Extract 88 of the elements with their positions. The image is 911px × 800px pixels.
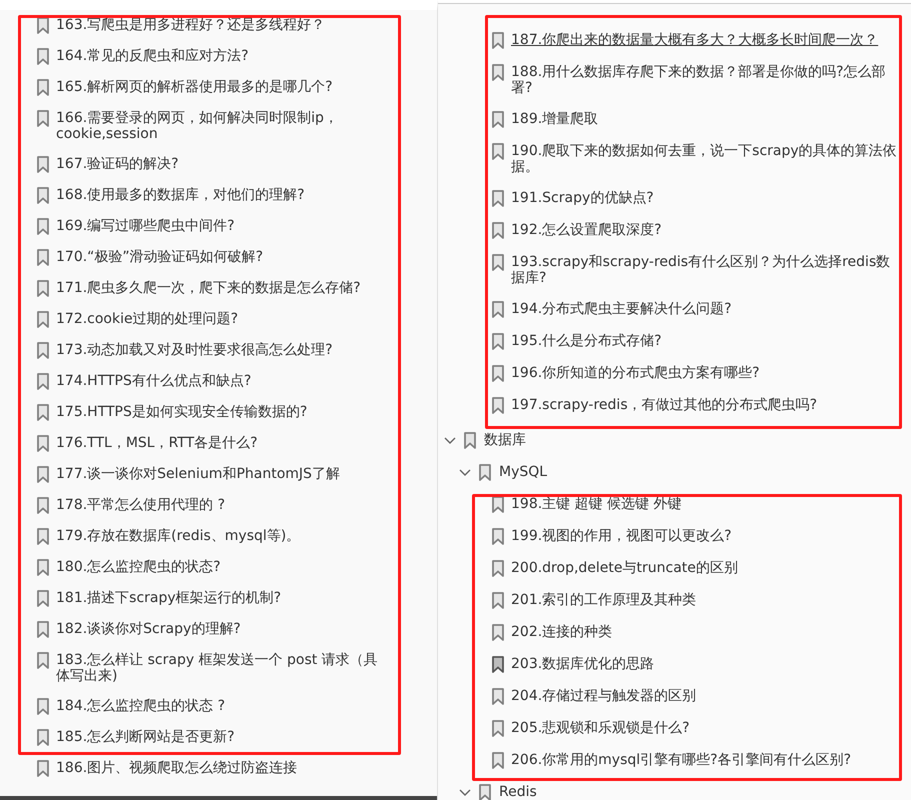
bookmark-icon xyxy=(37,652,49,669)
bookmark-item[interactable]: 176.TTL，MSL，RTT各是什么? xyxy=(56,435,386,451)
bookmark-icon xyxy=(492,300,504,318)
bookmark-item[interactable]: 195.什么是分布式存储? xyxy=(511,332,899,348)
bookmark-item[interactable]: 174.HTTPS有什么优点和缺点? xyxy=(56,373,386,389)
bookmark-item[interactable]: 186.图片、视频爬取怎么绕过防盗连接 xyxy=(56,760,386,776)
bookmark-item[interactable]: 201.索引的工作原理及其种类 xyxy=(511,592,899,608)
bookmark-item[interactable]: 196.你所知道的分布式爬虫方案有哪些? xyxy=(511,364,899,380)
bookmark-icon xyxy=(37,698,49,715)
bookmark-icon xyxy=(492,110,504,128)
bookmark-item[interactable]: 189.增量爬取 xyxy=(511,110,899,126)
bookmark-item[interactable]: 194.分布式爬虫主要解决什么问题? xyxy=(511,300,899,316)
bookmark-item[interactable]: 187.你爬出来的数据量大概有多大？大概多长时间爬一次？ xyxy=(511,32,899,48)
bookmark-icon xyxy=(37,156,49,173)
bookmark-icon xyxy=(37,79,49,96)
bookmark-icon xyxy=(37,435,49,452)
bookmark-item[interactable]: 182.谈谈你对Scrapy的理解? xyxy=(56,621,386,637)
bookmark-item[interactable]: 206.你常用的mysql引擎有哪些?各引擎间有什么区别? xyxy=(511,752,899,768)
bookmark-item[interactable]: 184.怎么监控爬虫的状态 ? xyxy=(56,698,386,714)
bookmark-item[interactable]: 198.主键 超键 候选键 外键 xyxy=(511,496,899,512)
bookmark-icon xyxy=(492,364,504,382)
bookmark-item[interactable]: 168.使用最多的数据库，对他们的理解? xyxy=(56,187,386,203)
bookmark-item[interactable]: 190.爬取下来的数据如何去重，说一下scrapy的具体的算法依据。 xyxy=(511,142,899,174)
tree-folder[interactable]: 数据库 xyxy=(484,432,526,448)
bookmark-icon xyxy=(37,280,49,297)
bookmark-icon xyxy=(37,249,49,266)
bookmark-item[interactable]: 191.Scrapy的优缺点? xyxy=(511,190,899,206)
bookmark-item[interactable]: 205.悲观锁和乐观锁是什么? xyxy=(511,720,899,736)
bookmark-icon xyxy=(492,332,504,350)
bookmark-icon xyxy=(492,64,504,80)
bookmark-item[interactable]: 175.HTTPS是如何实现安全传输数据的? xyxy=(56,404,386,420)
bookmark-item[interactable]: 199.视图的作用，视图可以更改么? xyxy=(511,528,899,544)
bookmark-item[interactable]: 203.数据库优化的思路 xyxy=(511,656,899,672)
bookmark-icon xyxy=(492,190,504,206)
bookmark-item[interactable]: 177.谈一谈你对Selenium和PhantomJS了解 xyxy=(56,466,386,482)
bookmark-item[interactable]: 204.存储过程与触发器的区别 xyxy=(511,688,899,704)
bookmark-item[interactable]: 172.cookie过期的处理问题? xyxy=(56,311,386,327)
bookmark-item[interactable]: 202.连接的种类 xyxy=(511,624,899,640)
bookmark-icon xyxy=(37,559,49,576)
bookmark-item[interactable]: 178.平常怎么使用代理的 ? xyxy=(56,497,386,513)
bookmark-icon xyxy=(37,528,49,545)
chevron-down-icon[interactable] xyxy=(444,437,456,445)
bookmark-item[interactable]: 164.常见的反爬虫和应对方法? xyxy=(56,48,386,64)
bookmark-icon xyxy=(37,342,49,359)
bookmark-item[interactable]: 165.解析网页的解析器使用最多的是哪几个? xyxy=(56,79,386,95)
bookmark-item[interactable]: 169.编写过哪些爬虫中间件? xyxy=(56,218,386,234)
bookmark-item[interactable]: 185.怎么判断网站是否更新? xyxy=(56,729,386,745)
bookmark-icon xyxy=(37,373,49,390)
chevron-down-icon[interactable] xyxy=(459,789,471,797)
tree-folder[interactable]: MySQL xyxy=(499,464,548,480)
bookmark-item[interactable]: 192.怎么设置爬取深度? xyxy=(511,222,899,238)
bookmark-item[interactable]: 173.动态加载又对及时性要求很高怎么处理? xyxy=(56,342,386,358)
bookmark-icon xyxy=(464,432,476,449)
tree-folder[interactable]: Redis xyxy=(499,784,537,800)
bookmark-icon xyxy=(37,48,49,65)
chevron-down-icon[interactable] xyxy=(459,469,471,477)
bookmark-item[interactable]: 167.验证码的解决? xyxy=(56,156,386,172)
bookmark-item[interactable]: 181.描述下scrapy框架运行的机制? xyxy=(56,590,386,606)
bookmark-icon xyxy=(37,760,49,777)
bookmark-item[interactable]: 171.爬虫多久爬一次，爬下来的数据是怎么存储? xyxy=(56,280,386,296)
bookmark-icon xyxy=(37,466,49,483)
bookmark-icon xyxy=(479,464,491,481)
bookmark-item[interactable]: 179.存放在数据库(redis、mysql等)。 xyxy=(56,528,386,544)
bookmark-icon xyxy=(37,187,49,204)
bookmark-icon xyxy=(479,784,491,800)
bookmark-icon xyxy=(492,222,504,238)
bookmark-item[interactable]: 193.scrapy和scrapy-redis有什么区别？为什么选择redis数据库? xyxy=(511,254,899,286)
bookmark-item[interactable]: 188.用什么数据库存爬下来的数据？部署是你做的吗?怎么部署? xyxy=(511,64,899,96)
bookmark-icon xyxy=(37,17,49,34)
bookmark-icon xyxy=(492,32,504,48)
bookmark-item[interactable]: 166.需要登录的网页，如何解决同时限制ip，cookie,session xyxy=(56,110,386,142)
bookmark-icon xyxy=(37,110,49,127)
bookmark-icon xyxy=(492,142,504,160)
bookmark-icon xyxy=(37,497,49,514)
bookmark-item[interactable]: 200.drop,delete与truncate的区别 xyxy=(511,560,899,576)
bookmark-icon xyxy=(37,729,49,746)
bookmark-item[interactable]: 163.写爬虫是用多进程好？还是多线程好？ xyxy=(56,17,386,33)
bookmark-icon xyxy=(37,218,49,235)
bookmark-icon xyxy=(37,311,49,328)
bookmark-item[interactable]: 170.“极验”滑动验证码如何破解? xyxy=(56,249,386,265)
bookmark-icon xyxy=(37,590,49,607)
bookmark-icon xyxy=(492,396,504,414)
bookmark-icon xyxy=(37,404,49,421)
bookmark-item[interactable]: 183.怎么样让 scrapy 框架发送一个 post 请求（具体写出来) xyxy=(56,652,386,684)
bookmark-icon xyxy=(492,254,504,270)
bookmark-item[interactable]: 180.怎么监控爬虫的状态? xyxy=(56,559,386,575)
bookmark-icon xyxy=(37,621,49,638)
bookmark-item[interactable]: 197.scrapy-redis，有做过其他的分布式爬虫吗? xyxy=(511,396,899,412)
